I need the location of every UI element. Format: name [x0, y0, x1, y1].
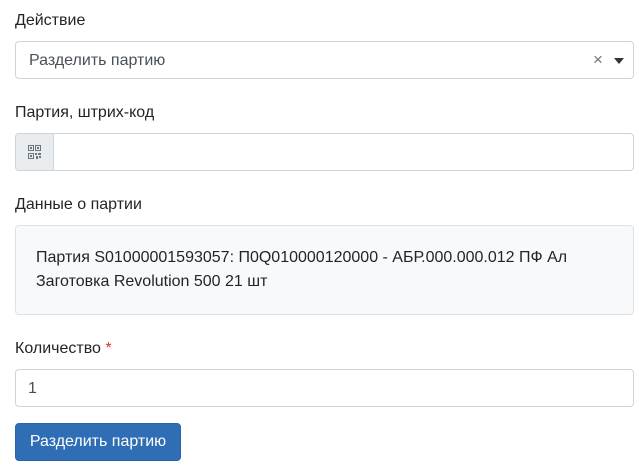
action-label: Действие — [15, 12, 86, 29]
split-batch-form: Действие Разделить партию × Партия, штри… — [0, 0, 639, 475]
batch-info-box: Партия S01000001593057: П0Q010000120000 … — [15, 225, 634, 315]
batch-info-text: Партия S01000001593057: П0Q010000120000 … — [36, 249, 568, 290]
split-batch-button[interactable]: Разделить партию — [15, 423, 181, 461]
required-mark: * — [105, 340, 112, 357]
chevron-down-icon[interactable] — [614, 58, 624, 64]
barcode-input[interactable] — [54, 134, 633, 170]
action-select[interactable]: Разделить партию × — [15, 41, 634, 79]
quantity-label-row: Количество * — [15, 339, 112, 359]
clear-icon[interactable]: × — [593, 50, 603, 70]
action-select-value: Разделить партию — [29, 52, 166, 69]
batch-info-label: Данные о партии — [15, 196, 142, 213]
quantity-label: Количество — [15, 340, 101, 357]
quantity-input[interactable]: 1 — [15, 369, 634, 407]
qr-code-icon — [16, 134, 54, 170]
barcode-label: Партия, штрих-код — [15, 104, 155, 121]
quantity-value: 1 — [28, 380, 37, 397]
barcode-input-group — [15, 133, 634, 171]
